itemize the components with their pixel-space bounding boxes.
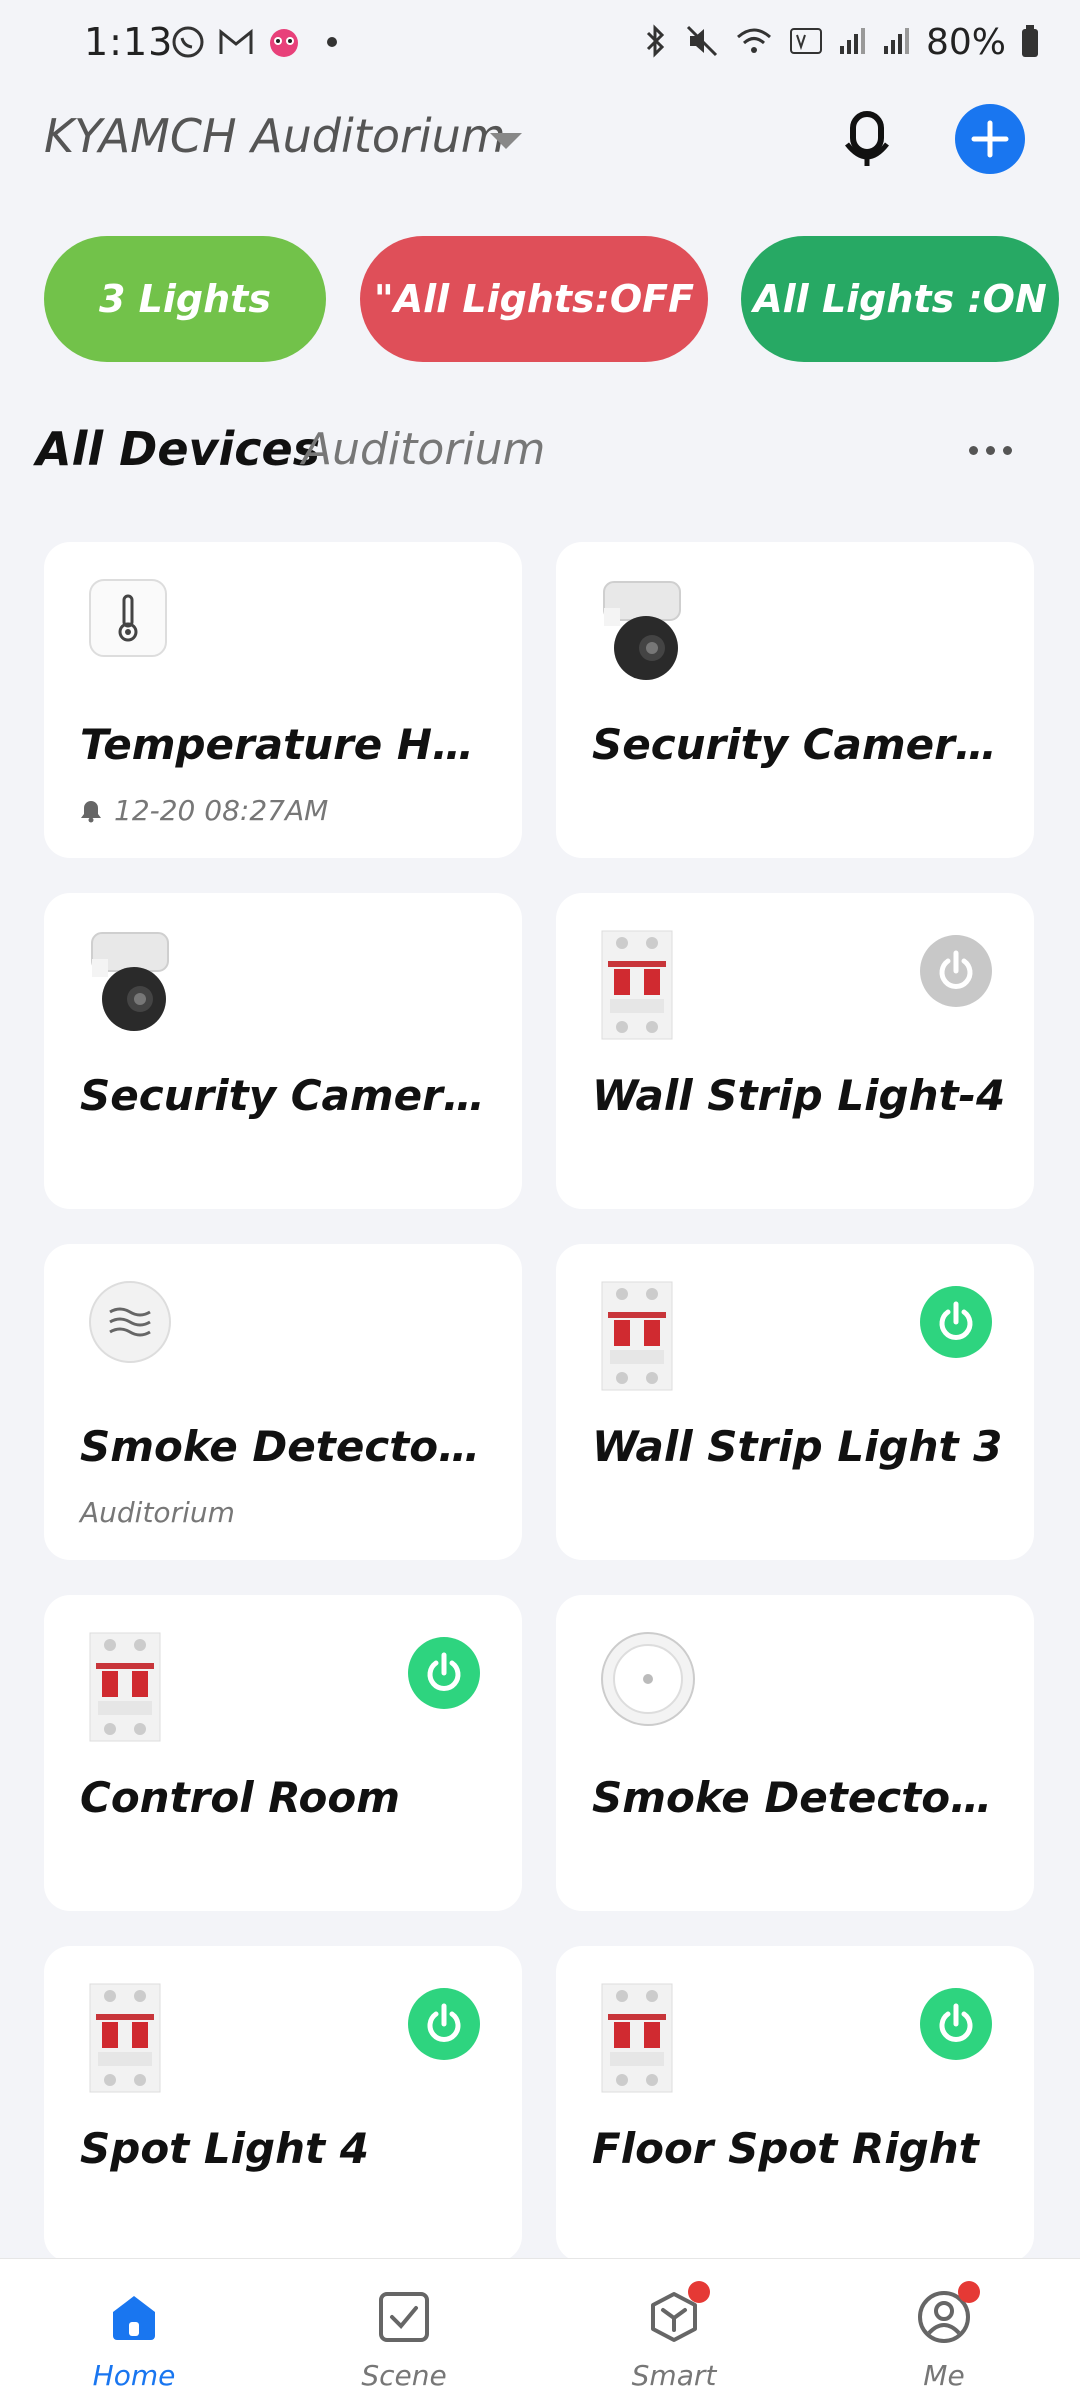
device-name: Temperature Humi... [80, 720, 500, 769]
breaker-icon [600, 1982, 680, 2093]
thermometer-icon [88, 578, 168, 678]
nav-me[interactable]: Me [844, 2259, 1044, 2401]
device-name: Security Camera 2 [592, 720, 1012, 769]
voice-button[interactable] [832, 105, 902, 175]
device-name: Wall Strip Light-4 [592, 1071, 1006, 1120]
power-toggle-icon[interactable] [408, 1988, 480, 2060]
device-name: Floor Spot Right [592, 2124, 979, 2173]
device-card[interactable]: Floor Spot Right [556, 1946, 1034, 2262]
breaker-icon [88, 1982, 168, 2093]
device-name: Smoke Detector St... [592, 1773, 1012, 1822]
whatsapp-icon [170, 24, 206, 60]
scene-button-all-lights-on[interactable]: All Lights :ON [741, 236, 1059, 362]
header: KYAMCH Auditorium [0, 95, 1080, 185]
gmail-icon [218, 24, 254, 60]
more-dot-icon [985, 445, 995, 455]
device-name: Wall Strip Light 3 [592, 1422, 1003, 1471]
device-name: Smoke Detector Co... [80, 1422, 500, 1471]
bell-icon [81, 800, 101, 822]
device-card[interactable]: Wall Strip Light 3 [556, 1244, 1034, 1560]
breaker-icon [88, 1631, 168, 1742]
power-toggle-icon[interactable] [920, 1988, 992, 2060]
nav-smart-label: Smart [631, 2359, 717, 2392]
signal-icon-2 [882, 26, 912, 60]
device-subtitle-text: 12-20 08:27AM [114, 794, 329, 827]
smoke-detector-icon [600, 1631, 695, 1731]
scene-shortcuts: 3 Lights "All Lights:OFF All Lights :ON [0, 236, 1080, 362]
tab-all-devices[interactable]: All Devices [36, 422, 320, 476]
volte-icon [788, 23, 824, 63]
device-card[interactable]: Spot Light 4 [44, 1946, 522, 2262]
signal-icon-1 [838, 26, 868, 60]
device-subtitle: Auditorium [80, 1496, 235, 1529]
home-icon [104, 2287, 164, 2347]
device-subtitle: 12-20 08:27AM [80, 794, 328, 827]
camera-icon [88, 929, 169, 1031]
camera-icon [600, 578, 681, 680]
scene-button-3-lights[interactable]: 3 Lights [44, 236, 326, 362]
breaker-icon [600, 1280, 680, 1391]
co-detector-icon [88, 1280, 171, 1380]
battery-percent: 80% [925, 22, 1006, 63]
power-toggle-icon[interactable] [408, 1637, 480, 1709]
power-toggle-icon[interactable] [920, 1286, 992, 1358]
nav-home[interactable]: Home [34, 2259, 234, 2401]
me-badge-icon [958, 2281, 980, 2303]
mute-icon [684, 23, 720, 63]
foodpanda-icon [266, 24, 302, 60]
smart-badge-icon [688, 2281, 710, 2303]
device-card[interactable]: Security Camera 3 [44, 893, 522, 1209]
device-name: Spot Light 4 [80, 2124, 369, 2173]
nav-me-label: Me [923, 2359, 965, 2392]
more-dot-icon [968, 445, 978, 455]
scene-button-all-lights-off[interactable]: "All Lights:OFF [360, 236, 708, 362]
nav-home-label: Home [92, 2359, 176, 2392]
battery-icon [1020, 24, 1040, 62]
caret-down-icon[interactable] [490, 133, 522, 149]
status-bar: 1:13 80% [0, 0, 1080, 90]
status-system-icons: 80% [640, 22, 1040, 63]
bottom-navigation: Home Scene Smart Me [0, 2258, 1080, 2401]
breaker-icon [600, 929, 680, 1040]
device-card[interactable]: Wall Strip Light-4 [556, 893, 1034, 1209]
device-card[interactable]: Smoke Detector St... [556, 1595, 1034, 1911]
more-options-button[interactable] [950, 430, 1030, 470]
wifi-icon [734, 23, 774, 63]
plus-icon [971, 120, 1009, 158]
status-time: 1:13 [84, 20, 174, 64]
microphone-icon [845, 111, 889, 166]
device-subtitle-text: Auditorium [80, 1496, 235, 1529]
device-card[interactable]: Temperature Humi... 12-20 08:27AM [44, 542, 522, 858]
device-card[interactable]: Security Camera 2 [556, 542, 1034, 858]
smart-cube-icon [644, 2281, 710, 2347]
status-notification-icons [170, 24, 350, 60]
nav-smart[interactable]: Smart [574, 2259, 774, 2401]
more-notifications-dot-icon [314, 24, 350, 60]
bluetooth-icon [640, 23, 670, 63]
nav-scene[interactable]: Scene [304, 2259, 504, 2401]
tab-auditorium[interactable]: Auditorium [302, 424, 545, 475]
device-card[interactable]: Control Room [44, 1595, 522, 1911]
profile-icon [914, 2281, 980, 2347]
device-name: Control Room [80, 1773, 400, 1822]
add-device-button[interactable] [955, 104, 1025, 174]
more-dot-icon [1002, 445, 1012, 455]
home-selector[interactable]: KYAMCH Auditorium [44, 109, 506, 163]
device-card[interactable]: Smoke Detector Co... Auditorium [44, 1244, 522, 1560]
nav-scene-label: Scene [361, 2359, 447, 2392]
scene-checkbox-icon [374, 2287, 434, 2347]
device-name: Security Camera 3 [80, 1071, 500, 1120]
power-toggle-icon[interactable] [920, 935, 992, 1007]
